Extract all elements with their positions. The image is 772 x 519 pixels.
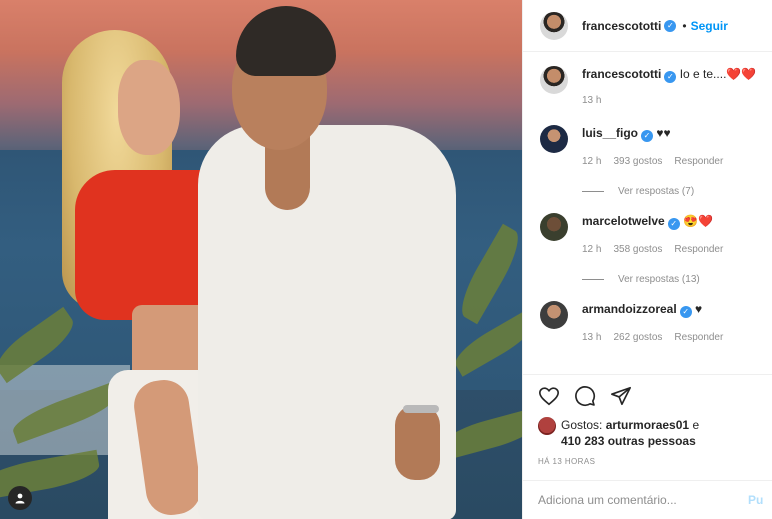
comment-username[interactable]: luis__figo <box>582 126 638 140</box>
comment-composer: Pu <box>523 480 772 519</box>
comments-list: francescototti ✓ Io e te....❤️❤️ 13 h lui… <box>523 52 772 346</box>
comment-text: ♥♥ <box>656 126 671 140</box>
comment-time[interactable]: 12 h <box>582 242 601 258</box>
bracelet <box>403 405 439 413</box>
verified-icon: ✓ <box>679 306 692 318</box>
view-replies-button[interactable]: Ver respostas (7) <box>582 186 772 197</box>
replies-divider <box>582 279 604 280</box>
publish-button[interactable]: Pu <box>748 493 763 507</box>
verified-icon: ✓ <box>664 71 677 83</box>
comment-likes[interactable]: 393 gostos <box>613 154 662 170</box>
comment-item: marcelotwelve ✓ 😍❤️ 12 h 358 gostos Respo… <box>540 213 772 258</box>
caption-text: Io e te.... <box>679 67 727 81</box>
comment-icon[interactable] <box>574 385 596 407</box>
commenter-avatar[interactable] <box>540 125 568 153</box>
verified-icon: ✓ <box>641 130 654 142</box>
follow-button[interactable]: Seguir <box>691 19 728 33</box>
likes-summary: Gostos: arturmoraes01 e 410 283 outras p… <box>538 417 772 449</box>
verified-icon: ✓ <box>664 19 677 32</box>
verified-icon: ✓ <box>667 218 680 230</box>
commenter-avatar[interactable] <box>540 213 568 241</box>
post-header: francescototti ✓ • Seguir <box>523 0 772 52</box>
likes-prefix: Gostos: <box>561 418 603 432</box>
comment-item: luis__figo ✓ ♥♥ 12 h 393 gostos Responder <box>540 125 772 170</box>
heart-icon[interactable] <box>538 385 560 407</box>
comment-text: 😍❤️ <box>683 214 713 228</box>
comment-time[interactable]: 12 h <box>582 154 601 170</box>
caption-time[interactable]: 13 h <box>582 93 601 109</box>
comment-likes[interactable]: 358 gostos <box>613 242 662 258</box>
share-icon[interactable] <box>610 385 632 407</box>
comment-input[interactable] <box>538 493 748 507</box>
comment-text: ♥ <box>695 302 703 316</box>
reply-button[interactable]: Responder <box>674 330 723 346</box>
comment-time[interactable]: 13 h <box>582 330 601 346</box>
replies-divider <box>582 191 604 192</box>
user-icon <box>15 493 25 504</box>
woman-face <box>118 60 180 155</box>
liker-avatar[interactable] <box>538 417 556 435</box>
post-actions: Gostos: arturmoraes01 e 410 283 outras p… <box>523 374 772 485</box>
view-replies-label: Ver respostas (13) <box>618 274 700 285</box>
man-hand <box>395 405 440 480</box>
author-avatar[interactable] <box>540 11 568 40</box>
commenter-avatar[interactable] <box>540 301 568 329</box>
caption-avatar[interactable] <box>540 66 568 94</box>
comment-username[interactable]: marcelotwelve <box>582 214 665 228</box>
tagged-users-button[interactable] <box>8 486 32 510</box>
view-replies-button[interactable]: Ver respostas (13) <box>582 274 772 285</box>
likes-others-link[interactable]: 410 283 outras pessoas <box>561 434 696 448</box>
post-side-panel: francescototti ✓ • Seguir francescototti… <box>522 0 772 519</box>
post-photo[interactable] <box>0 0 522 519</box>
comment-item: armandoizzoreal ✓ ♥ 13 h 262 gostos Respo… <box>540 301 772 346</box>
caption-username[interactable]: francescototti <box>582 67 661 81</box>
caption-emoji: ❤️❤️ <box>726 67 757 81</box>
separator-dot: • <box>682 18 687 33</box>
reply-button[interactable]: Responder <box>674 154 723 170</box>
caption: francescototti ✓ Io e te....❤️❤️ 13 h <box>540 66 772 109</box>
reply-button[interactable]: Responder <box>674 242 723 258</box>
liker-username[interactable]: arturmoraes01 <box>606 418 689 432</box>
view-replies-label: Ver respostas (7) <box>618 186 695 197</box>
comment-username[interactable]: armandoizzoreal <box>582 302 677 316</box>
post-timestamp[interactable]: HÁ 13 HORAS <box>538 457 772 466</box>
likes-joiner: e <box>692 418 700 432</box>
man-hair <box>236 6 336 76</box>
author-username[interactable]: francescototti <box>582 19 661 33</box>
comment-likes[interactable]: 262 gostos <box>613 330 662 346</box>
